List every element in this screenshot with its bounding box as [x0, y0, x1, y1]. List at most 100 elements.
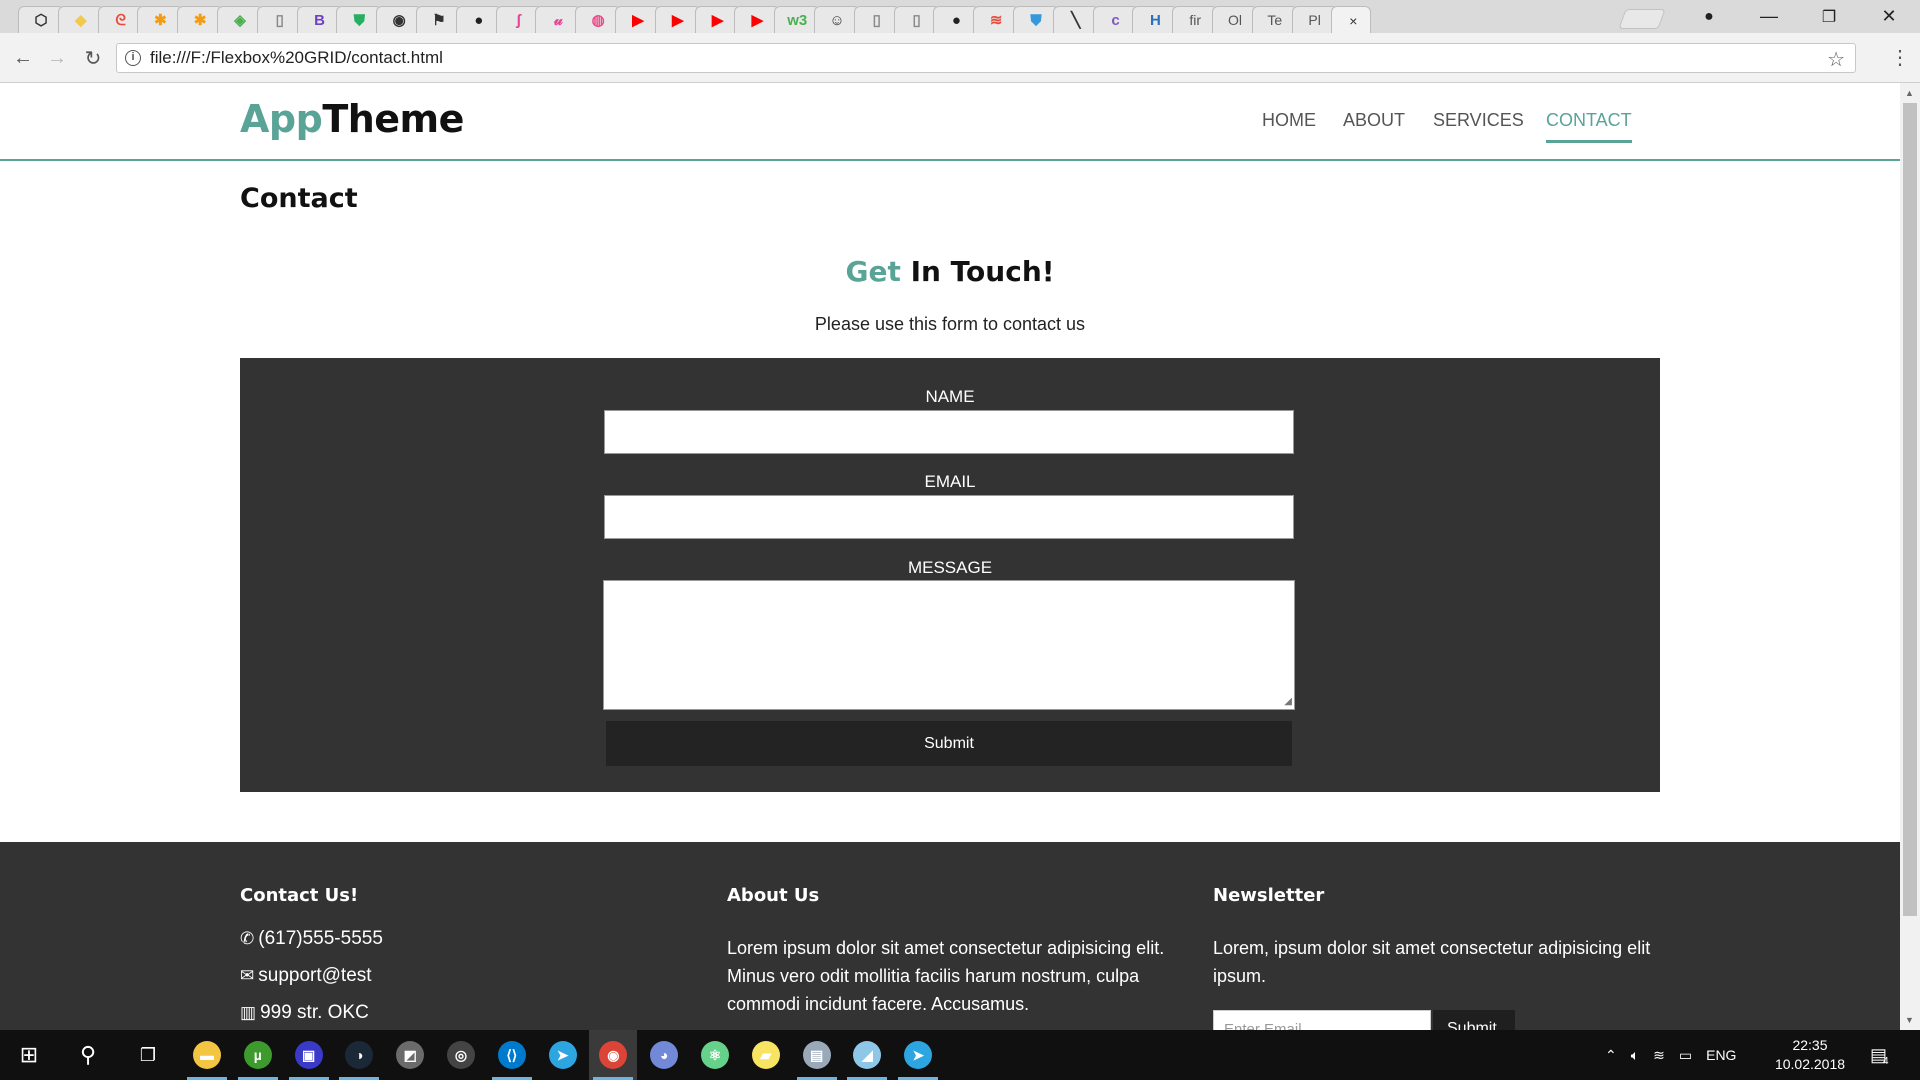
address-text: 999 str. OKC — [260, 1002, 369, 1023]
file-icon: ▯ — [912, 12, 921, 29]
codepen-icon: ⬡ — [34, 12, 48, 29]
forward-icon[interactable]: → — [42, 43, 72, 73]
network-icon[interactable]: ≋ — [1653, 1047, 1665, 1064]
nav-contact[interactable]: CONTACT — [1546, 110, 1632, 143]
browser-tab[interactable]: Te — [1251, 6, 1298, 33]
address-bar[interactable]: i file:///F:/Flexbox%20GRID/contact.html… — [116, 43, 1856, 73]
taskbar-app[interactable]: ▤ — [793, 1030, 841, 1080]
telegram-icon: ➤ — [904, 1041, 933, 1069]
h-icon: H — [1149, 11, 1161, 29]
site-footer: Contact Us! ✆ (617)555-5555 ✉ support@te… — [0, 842, 1900, 1030]
colorlib-icon: c — [1111, 11, 1120, 29]
browser-tab[interactable]: ╲ — [1052, 6, 1099, 33]
youtube-icon: ▶ — [711, 12, 724, 29]
taskbar-app[interactable]: ◕ — [640, 1030, 688, 1080]
contact-form: NAME EMAIL MESSAGE ◢ Submit — [240, 358, 1660, 792]
taskbar-app[interactable]: ⚛ — [691, 1030, 739, 1080]
file-explorer-icon: ▬ — [193, 1041, 221, 1069]
nav-about[interactable]: ABOUT — [1343, 110, 1405, 131]
github-icon: ● — [474, 11, 484, 29]
file-icon: ▯ — [275, 12, 284, 29]
youtube-icon: ▶ — [751, 12, 764, 29]
scroll-down-icon[interactable]: ▼ — [1905, 1015, 1914, 1025]
newsletter-email-input[interactable]: Enter Email... — [1213, 1010, 1431, 1030]
bookmark-star-icon[interactable]: ☆ — [1827, 47, 1845, 72]
newsletter-submit-button[interactable]: Submit — [1433, 1010, 1515, 1030]
chevron-up-icon[interactable]: ⌃ — [1605, 1047, 1617, 1064]
name-label: NAME — [925, 387, 975, 406]
browser-tab[interactable]: ▯ — [256, 6, 303, 33]
browser-tab[interactable]: ▯ — [853, 6, 900, 33]
scroll-thumb[interactable] — [1903, 103, 1917, 916]
phone-icon: ✆ — [240, 929, 255, 948]
close-window-button[interactable]: ✕ — [1860, 0, 1918, 33]
get-in-touch-heading: Get In Touch! — [0, 255, 1900, 288]
info-icon[interactable]: i — [125, 50, 141, 66]
browser-menu-icon[interactable]: ⋮ — [1890, 45, 1910, 70]
chrome-icon: ◉ — [599, 1041, 628, 1069]
page-viewport: AppTheme HOME ABOUT SERVICES CONTACT Con… — [0, 83, 1900, 1030]
taskbar-app[interactable]: ◎ — [437, 1030, 485, 1080]
eye-icon: ◎ — [447, 1041, 475, 1069]
slash-icon: ╲ — [1071, 12, 1081, 29]
site-logo[interactable]: AppTheme — [240, 97, 464, 141]
email-field[interactable] — [604, 495, 1294, 539]
windows-start-icon[interactable]: ⊞ — [0, 1030, 58, 1080]
profile-icon[interactable]: ● — [1680, 0, 1738, 33]
taskbar-app[interactable]: ▬ — [183, 1030, 231, 1080]
taskbar-app[interactable]: ◢ — [843, 1030, 891, 1080]
scroll-up-icon[interactable]: ▲ — [1905, 88, 1914, 98]
taskbar-app[interactable]: ◉ — [589, 1030, 638, 1080]
nav-services[interactable]: SERVICES — [1433, 110, 1524, 131]
active-browser-tab[interactable]: × — [1331, 6, 1372, 34]
taskbar-app[interactable]: ◑ — [335, 1030, 383, 1080]
browser-tab[interactable]: ◆ — [57, 6, 104, 33]
form-intro: Please use this form to contact us — [814, 314, 1086, 334]
volume-icon[interactable]: 🔈︎ — [1631, 1047, 1639, 1064]
reload-icon[interactable]: ↻ — [78, 43, 108, 73]
taskbar-app[interactable]: ◩ — [386, 1030, 434, 1080]
taskbar-app[interactable]: ➤ — [539, 1030, 587, 1080]
steam-icon: ◑ — [345, 1041, 374, 1069]
phone-text: (617)555-5555 — [258, 928, 383, 949]
language-indicator[interactable]: ENG — [1706, 1047, 1736, 1063]
battery-icon[interactable]: ▭ — [1679, 1047, 1692, 1064]
name-field[interactable] — [604, 410, 1294, 454]
task-view-icon[interactable]: ❐ — [118, 1030, 178, 1080]
browser-tab[interactable]: ● — [455, 6, 502, 33]
brush-icon: 𝓊 — [554, 11, 563, 29]
notifications-icon[interactable]: ▤ 4 — [1870, 1030, 1889, 1080]
github-icon: ● — [951, 11, 961, 29]
taskbar-app[interactable]: ➤ — [894, 1030, 942, 1080]
restore-button[interactable]: ❐ — [1800, 0, 1858, 33]
nav-home[interactable]: HOME — [1262, 110, 1316, 131]
notification-count: 4 — [1883, 1055, 1889, 1067]
clock[interactable]: 22:35 10.02.2018 — [1770, 1036, 1850, 1074]
dribbble-icon: ◍ — [591, 12, 605, 29]
photos-icon: ▤ — [802, 1041, 831, 1069]
taskbar-app[interactable]: µ — [234, 1030, 282, 1080]
footer-address: ▥ 999 str. OKC — [240, 1002, 369, 1024]
search-icon[interactable]: ⚲ — [58, 1030, 118, 1080]
new-tab-button[interactable] — [1618, 9, 1666, 29]
taskbar-app[interactable]: ⟨⟩ — [488, 1030, 536, 1080]
minimize-button[interactable]: — — [1740, 0, 1798, 33]
taskbar-app[interactable]: ▰ — [742, 1030, 790, 1080]
submit-button[interactable]: Submit — [606, 721, 1292, 766]
w3-icon: w3 — [787, 11, 808, 29]
resize-handle-icon[interactable]: ◢ — [1284, 696, 1292, 707]
envelope-icon: ✉ — [240, 966, 255, 985]
message-textarea[interactable]: ◢ — [603, 580, 1295, 710]
taskbar-app[interactable]: ▣ — [285, 1030, 333, 1080]
browser-tab[interactable]: ▶ — [654, 6, 701, 33]
back-icon[interactable]: ← — [8, 43, 38, 73]
asterisk-icon: ✱ — [154, 12, 167, 29]
clock-date: 10.02.2018 — [1774, 1056, 1846, 1072]
swirl-icon: ᘓ — [115, 11, 126, 29]
footer-newsletter-heading: Newsletter — [1213, 885, 1325, 906]
page-scrollbar[interactable]: ▲ ▼ — [1900, 83, 1920, 1030]
script-icon: ʃ — [516, 11, 522, 29]
close-tab-icon[interactable]: × — [1349, 13, 1357, 29]
footer-phone: ✆ (617)555-5555 — [240, 928, 383, 950]
logo-theme: Theme — [322, 97, 464, 141]
